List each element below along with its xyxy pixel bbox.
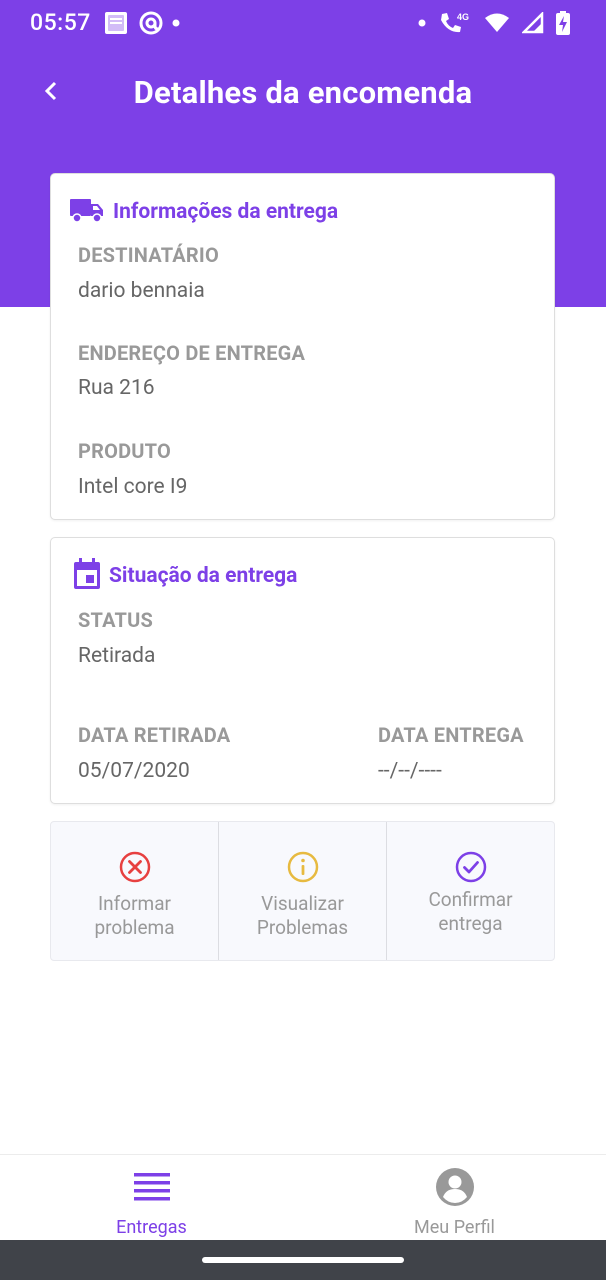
delivery-info-card: Informações da entrega DESTINATÁRIO dari… xyxy=(50,173,555,520)
bottom-navigation: Entregas Meu Perfil xyxy=(0,1154,606,1240)
product-label: PRODUTO xyxy=(78,439,171,463)
pickup-date-value: 05/07/2020 xyxy=(78,759,190,783)
at-sign-icon xyxy=(138,10,164,36)
app-header: Detalhes da encomenda xyxy=(0,60,606,130)
nav-label-deliveries: Entregas xyxy=(116,1217,187,1238)
notification-dot-icon xyxy=(172,19,180,27)
nav-item-profile[interactable]: Meu Perfil xyxy=(303,1155,606,1241)
notification-dot-icon xyxy=(418,19,426,27)
info-circle-icon xyxy=(287,851,318,883)
status-bar: 05:57 4G xyxy=(0,0,606,44)
status-right-icons: 4G xyxy=(418,10,570,36)
address-label: ENDEREÇO DE ENTREGA xyxy=(78,341,306,365)
delivery-date-label: DATA ENTREGA xyxy=(378,723,524,747)
delivery-info-header: Informações da entrega xyxy=(69,196,338,228)
system-navigation-bar xyxy=(0,1240,606,1280)
status-value: Retirada xyxy=(78,644,156,668)
network-type-label: 4G xyxy=(457,12,469,22)
pickup-date-label: DATA RETIRADA xyxy=(78,723,231,747)
view-problems-button[interactable]: Visualizar Problemas xyxy=(218,822,386,960)
home-gesture-handle[interactable] xyxy=(202,1257,404,1263)
x-circle-icon xyxy=(119,851,150,883)
calendar-icon xyxy=(73,558,101,594)
status-label: STATUS xyxy=(78,608,153,632)
delivery-info-title: Informações da entrega xyxy=(113,200,339,224)
product-value: Intel core I9 xyxy=(78,475,188,499)
report-problem-label: Informar problema xyxy=(94,892,175,939)
recipient-label: DESTINATÁRIO xyxy=(78,243,219,267)
delivery-status-card: Situação da entrega STATUS Retirada DATA… xyxy=(50,537,555,804)
battery-charging-icon xyxy=(556,11,570,35)
truck-icon xyxy=(69,196,105,228)
nav-item-deliveries[interactable]: Entregas xyxy=(0,1155,303,1241)
account-circle-icon xyxy=(435,1167,475,1207)
delivery-date-value: --/--/---- xyxy=(378,759,442,783)
confirm-delivery-label: Confirmar entrega xyxy=(428,888,513,935)
signal-icon xyxy=(522,12,544,34)
view-problems-label: Visualizar Problemas xyxy=(256,892,349,939)
confirm-delivery-button[interactable]: Confirmar entrega xyxy=(386,822,554,960)
status-time: 05:57 xyxy=(30,9,91,36)
delivery-status-title: Situação da entrega xyxy=(109,564,298,588)
list-icon xyxy=(133,1167,170,1207)
delivery-status-header: Situação da entrega xyxy=(73,558,297,594)
check-circle-icon xyxy=(455,851,486,883)
report-problem-button[interactable]: Informar problema xyxy=(51,822,218,960)
address-value: Rua 216 xyxy=(78,376,155,400)
recipient-value: dario bennaia xyxy=(78,279,205,303)
status-left-icons xyxy=(104,10,180,36)
nav-label-profile: Meu Perfil xyxy=(414,1217,495,1238)
page-title: Detalhes da encomenda xyxy=(133,74,473,111)
volte-call-icon: 4G xyxy=(438,10,472,36)
wifi-icon xyxy=(484,12,510,34)
bible-app-icon xyxy=(104,11,130,35)
actions-bar: Informar problema Visualizar Problemas C… xyxy=(50,821,555,961)
